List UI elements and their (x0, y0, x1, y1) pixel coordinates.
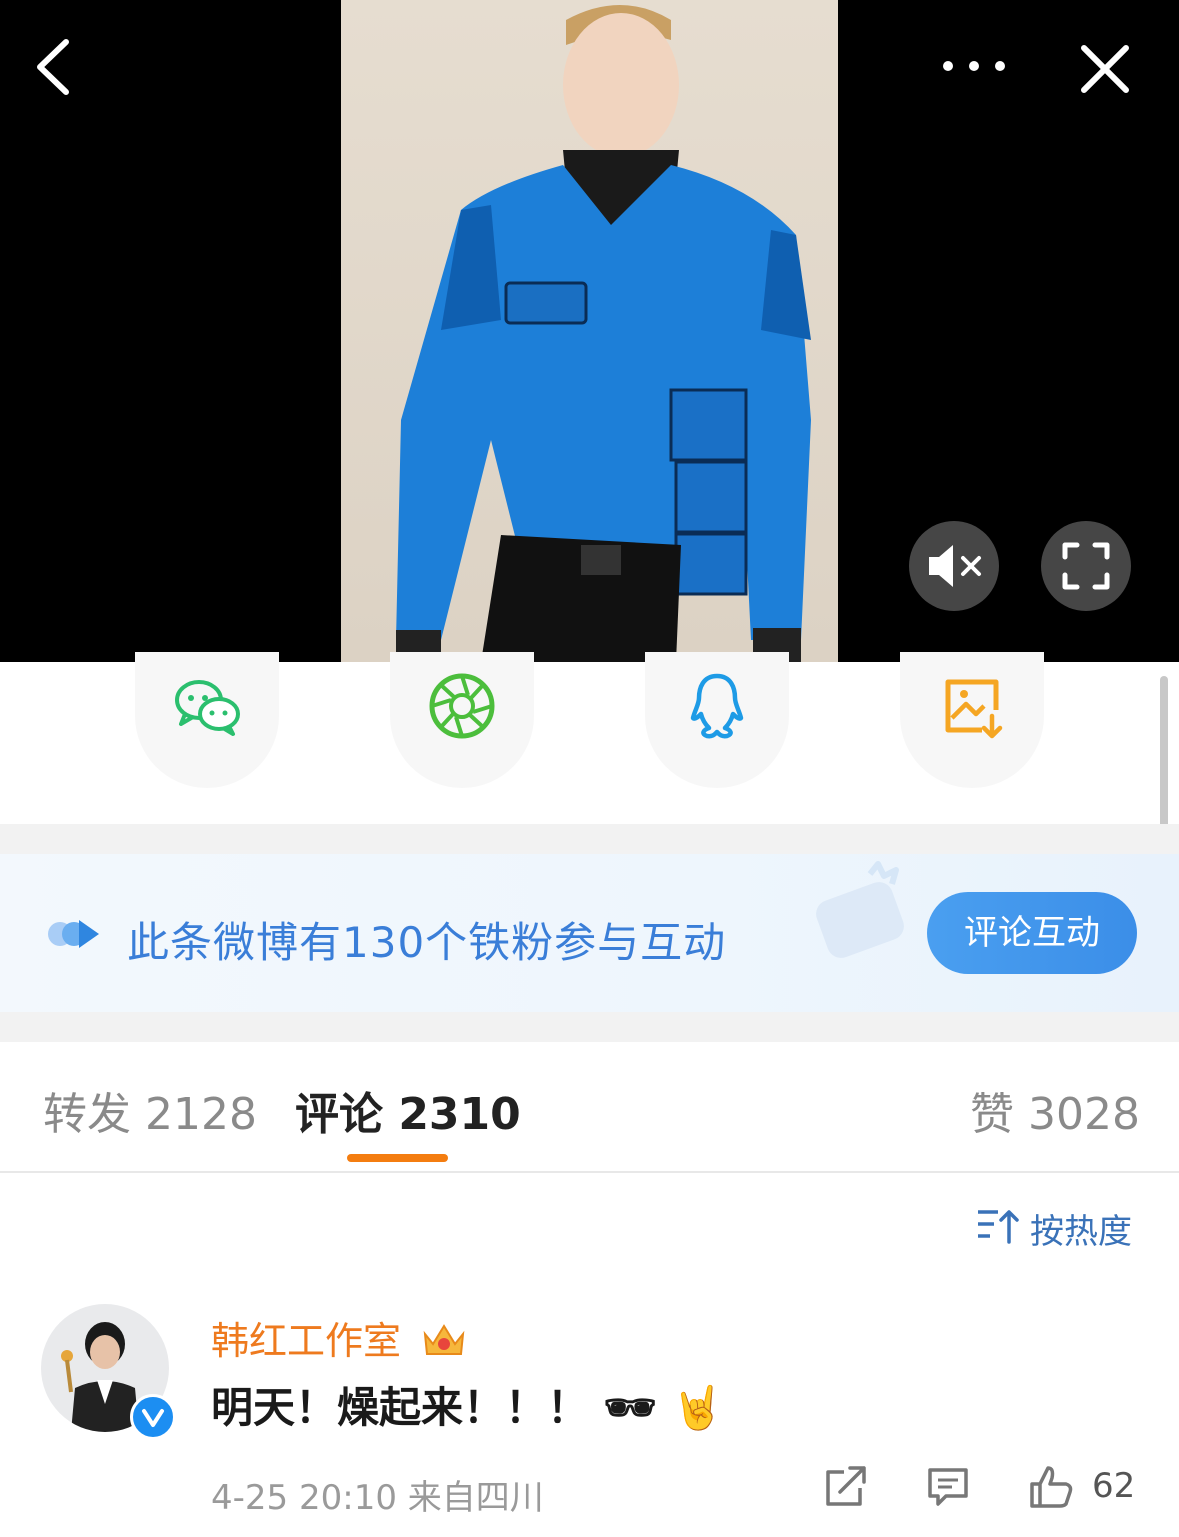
sort-icon (978, 1210, 1019, 1244)
video-player[interactable] (0, 0, 1179, 662)
speaker-muted-icon (929, 545, 981, 587)
fullscreen-button[interactable] (1041, 521, 1131, 611)
crown-badge-icon (423, 1324, 465, 1355)
video-frame[interactable] (341, 0, 838, 662)
comment-username[interactable]: 韩红工作室 (211, 1310, 467, 1365)
close-icon[interactable] (1076, 40, 1134, 98)
tab-reposts[interactable]: 转发 2128 (43, 1078, 257, 1142)
section-divider (0, 1012, 1179, 1042)
tab-likes[interactable]: 赞 3028 (970, 1078, 1140, 1142)
moments-icon (429, 673, 495, 739)
save-image-icon (945, 679, 1003, 739)
fan-badge-icon (48, 920, 99, 948)
fan-interaction-banner[interactable]: 此条微博有130个铁粉参与互动 评论互动 (0, 854, 1179, 1012)
mute-button[interactable] (909, 521, 999, 611)
reply-comment-icon[interactable] (926, 1464, 970, 1512)
section-divider (0, 824, 1179, 854)
tabs-divider (0, 1171, 1179, 1173)
share-qq-button[interactable] (645, 652, 789, 788)
comment-interaction-button[interactable]: 评论互动 (927, 892, 1137, 974)
active-tab-indicator (347, 1154, 448, 1162)
share-row (0, 652, 1179, 824)
like-comment-icon[interactable] (1028, 1464, 1074, 1514)
sort-label: 按热度 (1030, 1212, 1132, 1252)
share-moments-button[interactable] (390, 652, 534, 788)
banner-decoration-icon (816, 861, 904, 958)
save-image-button[interactable] (900, 652, 1044, 788)
comment-meta: 4-25 20:10 来自四川 (211, 1478, 544, 1518)
wechat-icon (175, 680, 240, 736)
fullscreen-icon (1062, 542, 1110, 590)
video-still-image (396, 5, 811, 662)
username-text: 韩红工作室 (211, 1319, 402, 1363)
comment-text: 明天！燥起来！！！ 🕶 🤘 (211, 1383, 724, 1432)
like-count: 62 (1092, 1466, 1136, 1506)
fan-interaction-text: 此条微博有130个铁粉参与互动 (127, 918, 727, 967)
verified-badge-icon (130, 1394, 176, 1440)
back-icon[interactable] (28, 36, 84, 98)
share-wechat-button[interactable] (135, 652, 279, 788)
tab-comments[interactable]: 评论 2310 (295, 1078, 521, 1142)
qq-penguin-icon (690, 673, 744, 739)
more-options-icon[interactable] (934, 48, 1014, 84)
share-comment-icon[interactable] (824, 1464, 868, 1512)
